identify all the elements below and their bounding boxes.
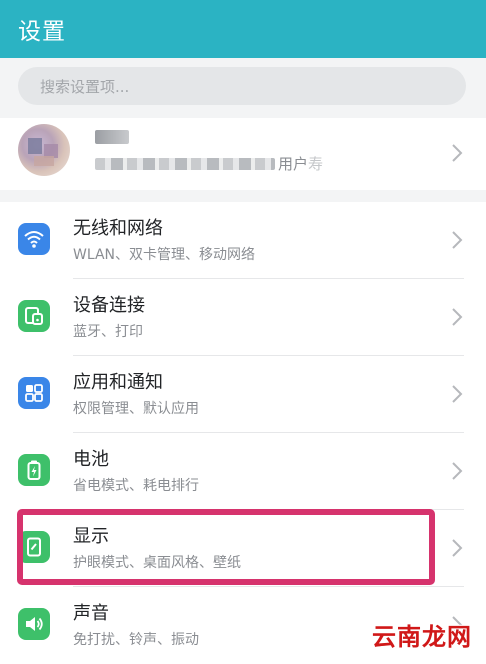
search-input[interactable]: 搜索设置项... — [18, 67, 466, 105]
page-title: 设置 — [18, 19, 66, 45]
menu-item-subtitle: 蓝牙、打印 — [73, 324, 143, 340]
watermark: 云南龙网 — [372, 623, 472, 651]
menu-item-subtitle: WLAN、双卡管理、移动网络 — [73, 247, 256, 263]
app-header: 设置 — [0, 0, 486, 58]
chevron-right-icon — [452, 539, 463, 557]
wifi-icon — [18, 223, 50, 255]
menu-item-title: 无线和网络 — [73, 218, 163, 239]
highlight-box — [17, 509, 435, 585]
chevron-right-icon — [452, 144, 463, 162]
speaker-icon — [18, 608, 50, 640]
account-subtitle-text: 用户寿 — [278, 153, 323, 174]
menu-item-subtitle: 省电模式、耗电排行 — [73, 478, 199, 494]
account-name-blurred — [95, 130, 129, 144]
menu-item-title: 电池 — [73, 449, 109, 470]
apps-grid-icon — [18, 377, 50, 409]
menu-item-subtitle: 免打扰、铃声、振动 — [73, 632, 199, 648]
search-area: 搜索设置项... — [0, 58, 486, 118]
battery-icon — [18, 454, 50, 486]
chevron-right-icon — [452, 231, 463, 249]
chevron-right-icon — [452, 462, 463, 480]
avatar — [18, 124, 70, 176]
menu-item-wireless-network[interactable]: 无线和网络 WLAN、双卡管理、移动网络 — [0, 202, 486, 279]
search-placeholder: 搜索设置项... — [40, 77, 130, 96]
section-gap — [0, 190, 486, 202]
menu-item-device-connection[interactable]: 设备连接 蓝牙、打印 — [0, 279, 486, 356]
device-connection-icon — [18, 300, 50, 332]
account-subtitle-blurred-suffix: 寿 — [308, 155, 323, 173]
menu-item-title: 应用和通知 — [73, 372, 163, 393]
account-row[interactable]: 用户寿 — [0, 118, 486, 190]
menu-item-apps-notifications[interactable]: 应用和通知 权限管理、默认应用 — [0, 356, 486, 433]
menu-item-battery[interactable]: 电池 省电模式、耗电排行 — [0, 433, 486, 510]
account-subtitle-blurred — [95, 158, 275, 170]
account-subtitle-fragment: 用户 — [278, 155, 309, 173]
menu-item-title: 声音 — [73, 603, 109, 624]
chevron-right-icon — [452, 308, 463, 326]
menu-item-title: 设备连接 — [73, 295, 145, 316]
chevron-right-icon — [452, 385, 463, 403]
menu-item-subtitle: 权限管理、默认应用 — [73, 401, 199, 417]
